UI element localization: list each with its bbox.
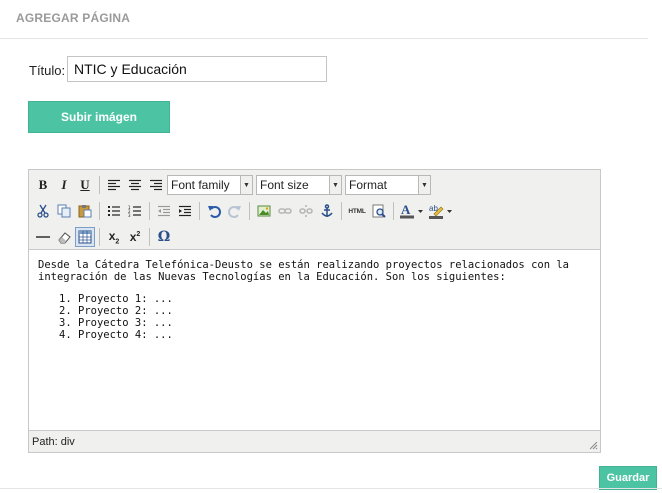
horizontal-rule-icon[interactable]: [33, 227, 53, 247]
text-color-icon[interactable]: A: [398, 201, 426, 221]
font-size-select[interactable]: Font size ▼: [256, 175, 342, 195]
chevron-down-icon: ▼: [418, 176, 430, 194]
unlink-icon[interactable]: [296, 201, 316, 221]
format-select[interactable]: Format ▼: [345, 175, 431, 195]
upload-image-button[interactable]: Subir imágen: [28, 101, 170, 133]
highlight-color-icon[interactable]: ab: [427, 201, 455, 221]
list-item: Proyecto 3: ...: [78, 317, 591, 329]
editor-paragraph: Desde la Cátedra Telefónica-Deusto se es…: [38, 259, 570, 283]
align-left-icon[interactable]: [104, 175, 124, 195]
italic-icon[interactable]: I: [54, 175, 74, 195]
toolbar-separator: [99, 176, 100, 194]
bullet-list-icon[interactable]: [104, 201, 124, 221]
editor-content[interactable]: Desde la Cátedra Telefónica-Deusto se es…: [29, 249, 600, 431]
title-input[interactable]: [67, 56, 327, 82]
rich-text-editor: B I U Font family ▼ Font size ▼ Format ▼: [28, 169, 601, 453]
toolbar-separator: [149, 202, 150, 220]
redo-icon[interactable]: [225, 201, 245, 221]
toolbar-row-3: x2 x2 Ω: [33, 226, 174, 248]
font-family-select[interactable]: Font family ▼: [167, 175, 253, 195]
toolbar-separator: [341, 202, 342, 220]
superscript-icon[interactable]: x2: [125, 227, 145, 247]
special-char-icon[interactable]: Ω: [154, 227, 174, 247]
preview-icon[interactable]: [369, 201, 389, 221]
element-path: Path: div: [32, 436, 75, 448]
toolbar-separator: [249, 202, 250, 220]
undo-icon[interactable]: [204, 201, 224, 221]
toolbar-separator: [99, 202, 100, 220]
toolbar-separator: [199, 202, 200, 220]
cut-icon[interactable]: [33, 201, 53, 221]
list-item: Proyecto 4: ...: [78, 329, 591, 341]
eraser-icon[interactable]: [54, 227, 74, 247]
list-item: Proyecto 1: ...: [78, 293, 591, 305]
chevron-down-icon: ▼: [329, 176, 341, 194]
format-value: Format: [349, 178, 388, 192]
copy-icon[interactable]: [54, 201, 74, 221]
page-title: AGREGAR PÁGINA: [16, 11, 131, 25]
underline-icon[interactable]: U: [75, 175, 95, 195]
save-button[interactable]: Guardar: [599, 466, 657, 490]
indent-icon[interactable]: [175, 201, 195, 221]
list-item: Proyecto 2: ...: [78, 305, 591, 317]
svg-text:A: A: [401, 203, 411, 217]
toolbar-separator: [149, 228, 150, 246]
footer-divider: [0, 488, 662, 489]
html-source-icon[interactable]: HTML: [346, 201, 368, 221]
svg-text:3: 3: [128, 213, 131, 217]
header-divider: [0, 38, 648, 39]
html-source-label: HTML: [348, 207, 366, 215]
font-family-value: Font family: [171, 178, 230, 192]
resize-grip-icon[interactable]: [589, 441, 598, 450]
toolbar-row-1: B I U Font family ▼ Font size ▼ Format ▼: [33, 174, 431, 196]
insert-image-icon[interactable]: [254, 201, 274, 221]
font-size-value: Font size: [260, 178, 309, 192]
subscript-icon[interactable]: x2: [104, 227, 124, 247]
title-label: Título:: [29, 63, 66, 78]
align-center-icon[interactable]: [125, 175, 145, 195]
table-icon[interactable]: [75, 227, 95, 247]
align-right-icon[interactable]: [146, 175, 166, 195]
numbered-list-icon[interactable]: 123: [125, 201, 145, 221]
link-icon[interactable]: [275, 201, 295, 221]
paste-icon[interactable]: [75, 201, 95, 221]
project-list: Proyecto 1: ... Proyecto 2: ... Proyecto…: [38, 293, 591, 341]
toolbar-separator: [393, 202, 394, 220]
toolbar-separator: [99, 228, 100, 246]
chevron-down-icon: ▼: [240, 176, 252, 194]
toolbar-row-2: 123 HTML A ab: [33, 200, 455, 222]
anchor-icon[interactable]: [317, 201, 337, 221]
bold-icon[interactable]: B: [33, 175, 53, 195]
outdent-icon[interactable]: [154, 201, 174, 221]
